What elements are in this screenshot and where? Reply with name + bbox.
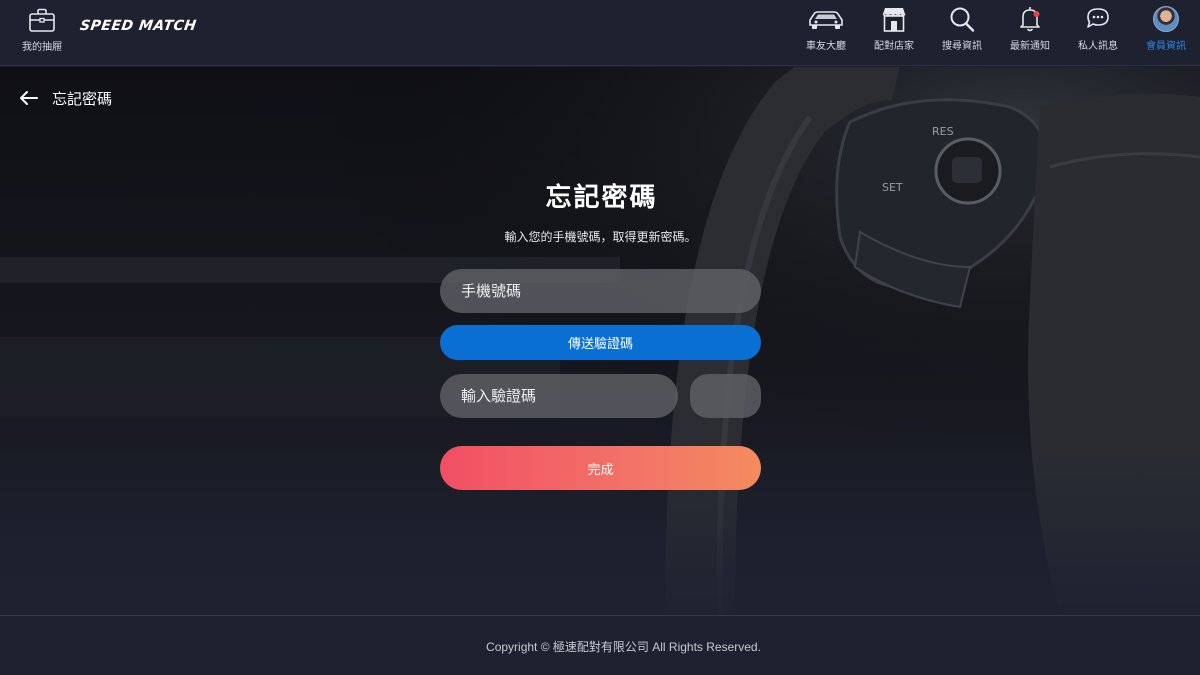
nav-search[interactable]: 搜尋資訊 bbox=[928, 0, 996, 66]
car-icon bbox=[809, 11, 843, 29]
nav-messages[interactable]: 私人訊息 bbox=[1064, 0, 1132, 66]
copyright-text: Copyright © 極速配對有限公司 All Rights Reserved… bbox=[486, 640, 761, 654]
chat-icon bbox=[1087, 8, 1109, 28]
bell-icon bbox=[1020, 7, 1040, 32]
nav-label: 配對店家 bbox=[874, 41, 914, 52]
nav-label: 私人訊息 bbox=[1078, 41, 1118, 52]
forgot-password-section: RES SET 忘記密碼 忘記密碼 輸入您的手機號碼，取得更新密碼。 傳送驗證碼… bbox=[0, 67, 1200, 615]
footer: Copyright © 極速配對有限公司 All Rights Reserved… bbox=[0, 615, 1200, 675]
nav-label: 會員資訊 bbox=[1146, 41, 1186, 52]
notification-dot bbox=[1033, 11, 1040, 17]
search-icon bbox=[950, 7, 975, 32]
arrow-left-icon bbox=[20, 91, 38, 105]
verification-code-input[interactable] bbox=[440, 374, 678, 418]
store-icon bbox=[882, 8, 906, 32]
back-label: 忘記密碼 bbox=[52, 89, 113, 108]
my-drawer-button[interactable]: 我的抽屜 bbox=[14, 6, 70, 58]
speed-match-logo[interactable]: SPEED MATCH bbox=[79, 18, 198, 34]
verification-row bbox=[440, 374, 761, 418]
done-button[interactable]: 完成 bbox=[440, 446, 761, 490]
page-subtitle: 輸入您的手機號碼，取得更新密碼。 bbox=[504, 230, 697, 244]
main-nav: 車友大廳 配對店家 搜尋資訊 最新通知 私人訊息 會員資訊 bbox=[792, 0, 1200, 66]
nav-matched-stores[interactable]: 配對店家 bbox=[860, 0, 928, 66]
back-button[interactable]: 忘記密碼 bbox=[18, 87, 112, 109]
phone-number-input[interactable] bbox=[440, 269, 761, 313]
nav-car-lobby[interactable]: 車友大廳 bbox=[792, 0, 860, 66]
nav-label: 車友大廳 bbox=[806, 41, 846, 52]
page-title: 忘記密碼 bbox=[545, 183, 658, 213]
top-navbar: 我的抽屜 SPEED MATCH 車友大廳 配對店家 搜尋資訊 最新通知 私人訊… bbox=[0, 0, 1200, 66]
forgot-password-form: 忘記密碼 輸入您的手機號碼，取得更新密碼。 傳送驗證碼 完成 bbox=[440, 177, 761, 490]
nav-label: 搜尋資訊 bbox=[942, 41, 982, 52]
briefcase-icon bbox=[29, 8, 55, 32]
countdown-box bbox=[690, 374, 761, 418]
nav-member-info[interactable]: 會員資訊 bbox=[1132, 0, 1200, 66]
send-code-button[interactable]: 傳送驗證碼 bbox=[440, 325, 761, 360]
nav-notifications[interactable]: 最新通知 bbox=[996, 0, 1064, 66]
nav-label: 最新通知 bbox=[1010, 41, 1050, 52]
avatar bbox=[1153, 6, 1179, 32]
drawer-label: 我的抽屜 bbox=[22, 42, 62, 53]
